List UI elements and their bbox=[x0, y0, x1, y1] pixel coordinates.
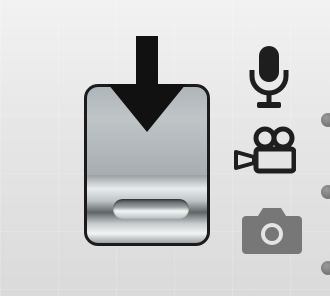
microphone-icon[interactable] bbox=[246, 46, 292, 110]
indicator-dot-audio bbox=[321, 113, 330, 127]
arrow-shaft bbox=[136, 36, 158, 90]
indicator-dot-video bbox=[321, 185, 330, 199]
arrow-head bbox=[108, 84, 186, 132]
camera-icon[interactable] bbox=[240, 204, 304, 256]
switch-thumb-grip bbox=[113, 199, 189, 219]
video-camera-icon[interactable] bbox=[234, 126, 296, 174]
indicator-dot-photo bbox=[321, 261, 330, 275]
switch-thumb[interactable] bbox=[87, 175, 207, 243]
